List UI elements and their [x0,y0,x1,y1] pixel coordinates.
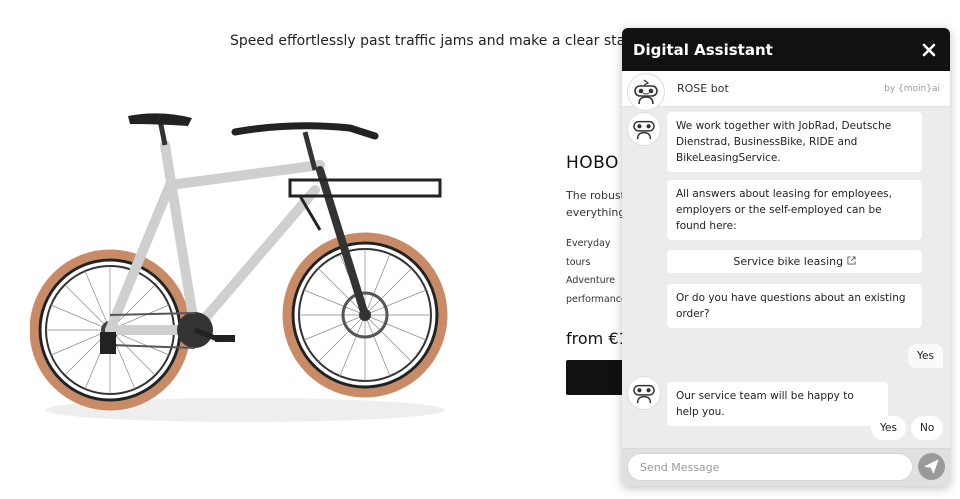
robot-icon [633,120,655,140]
bot-message: We work together with JobRad, Deutsche D… [667,112,922,172]
message-composer [622,448,950,486]
chat-widget: Digital Assistant ROSE bot by {moin}ai W… [622,28,950,486]
bot-message: All answers about leasing for employees,… [667,180,922,240]
message-list: We work together with JobRad, Deutsche D… [622,106,950,426]
link-button-label: Service bike leasing [733,255,844,268]
close-icon[interactable] [918,39,940,61]
external-link-icon [847,256,856,265]
chat-title: Digital Assistant [633,40,773,59]
hero-tagline: Speed effortlessly past traffic jams and… [230,33,676,49]
user-message: Yes [908,344,943,368]
robot-icon [633,384,655,404]
bot-avatar [627,376,661,410]
send-button[interactable] [918,453,945,480]
bot-info-bar: ROSE bot by {moin}ai [622,71,950,107]
bike-image [30,113,448,422]
quick-reply-no[interactable]: No [911,416,944,440]
message-input[interactable] [627,453,913,481]
powered-by: by {moin}ai [884,83,940,94]
bot-name: ROSE bot [677,82,729,95]
bot-avatar [627,112,661,146]
bot-message: Or do you have questions about an existi… [667,284,922,328]
quick-reply-yes[interactable]: Yes [871,416,906,440]
bot-message: Our service team will be happy to help y… [667,382,888,426]
chat-header: Digital Assistant [622,28,950,71]
robot-icon [634,79,658,105]
service-bike-leasing-button[interactable]: Service bike leasing [667,250,922,273]
paper-plane-icon [924,459,939,474]
